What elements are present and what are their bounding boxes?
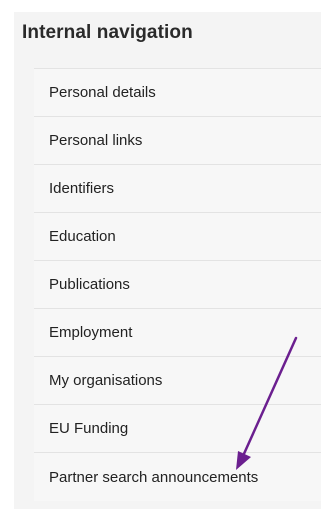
nav-item-label: Publications — [49, 276, 130, 293]
nav-list: Personal details Personal links Identifi… — [34, 68, 321, 501]
nav-item-label: My organisations — [49, 372, 163, 389]
nav-item-label: Employment — [49, 324, 133, 341]
nav-item-partner-search-announcements[interactable]: Partner search announcements — [34, 453, 321, 501]
panel-title: Internal navigation — [22, 22, 193, 43]
nav-item-my-organisations[interactable]: My organisations — [34, 357, 321, 405]
nav-item-label: Personal details — [49, 84, 156, 101]
nav-item-personal-links[interactable]: Personal links — [34, 117, 321, 165]
nav-item-label: Education — [49, 228, 116, 245]
nav-item-label: Identifiers — [49, 180, 115, 197]
nav-item-education[interactable]: Education — [34, 213, 321, 261]
nav-item-employment[interactable]: Employment — [34, 309, 321, 357]
nav-item-personal-details[interactable]: Personal details — [34, 69, 321, 117]
nav-item-publications[interactable]: Publications — [34, 261, 321, 309]
nav-item-identifiers[interactable]: Identifiers — [34, 165, 321, 213]
nav-item-label: Partner search announcements — [49, 468, 259, 486]
nav-item-label: EU Funding — [49, 420, 129, 437]
internal-navigation-panel: Internal navigation Personal details Per… — [14, 12, 321, 509]
nav-item-label: Personal links — [49, 132, 143, 149]
nav-item-eu-funding[interactable]: EU Funding — [34, 405, 321, 453]
